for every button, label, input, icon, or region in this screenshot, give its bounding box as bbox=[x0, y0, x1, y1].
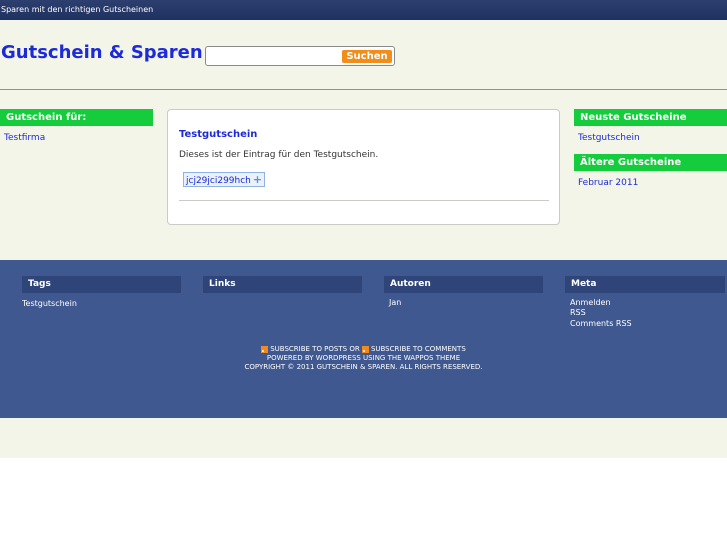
plus-icon[interactable]: + bbox=[253, 173, 262, 186]
post-text: Dieses ist der Eintrag für den Testgutsc… bbox=[179, 150, 379, 160]
post-divider bbox=[179, 200, 549, 201]
footer-heading-meta: Meta bbox=[565, 276, 725, 293]
footer-powered-by: POWERED BY WORDPRESS USING THE WAPPOS TH… bbox=[266, 354, 461, 362]
coupon-code[interactable]: jcj29jci299hch + bbox=[183, 172, 266, 187]
recent-coupon-item[interactable]: Testgutschein bbox=[578, 133, 640, 143]
left-sidebar-item-testfirma[interactable]: Testfirma bbox=[4, 133, 45, 143]
footer-author-item[interactable]: Jan bbox=[389, 298, 401, 308]
site-title-link[interactable]: Gutschein & Sparen bbox=[1, 42, 203, 63]
footer-heading-autoren: Autoren bbox=[384, 276, 543, 293]
rss-icon[interactable] bbox=[361, 345, 369, 353]
recent-coupons-heading: Neuste Gutscheine bbox=[574, 109, 727, 126]
top-bar: Sparen mit den richtigen Gutscheinen bbox=[0, 0, 727, 20]
subscribe-comments-link[interactable]: SUBSCRIBE TO COMMENTS bbox=[371, 345, 466, 353]
footer-tag-item[interactable]: Testgutschein bbox=[22, 299, 77, 309]
post-card: Testgutschein Dieses ist der Eintrag für… bbox=[167, 109, 560, 225]
post-title[interactable]: Testgutschein bbox=[179, 129, 257, 140]
search-button[interactable]: Suchen bbox=[342, 50, 392, 63]
archive-item-februar-2011[interactable]: Februar 2011 bbox=[578, 178, 638, 188]
footer-heading-tags: Tags bbox=[22, 276, 181, 293]
footer: Tags Testgutschein Links Autoren Jan Met… bbox=[0, 260, 727, 418]
coupon-code-text: jcj29jci299hch bbox=[186, 176, 251, 186]
search-form: Suchen bbox=[205, 46, 395, 66]
left-sidebar-heading: Gutschein für: bbox=[0, 109, 153, 126]
meta-rss-link[interactable]: RSS bbox=[570, 308, 586, 318]
subscribe-or: OR bbox=[349, 345, 360, 353]
meta-comments-rss-link[interactable]: Comments RSS bbox=[570, 319, 632, 329]
footer-heading-links: Links bbox=[203, 276, 362, 293]
search-input[interactable] bbox=[209, 49, 339, 63]
meta-login-link[interactable]: Anmelden bbox=[570, 298, 611, 308]
footer-subscribe-line: SUBSCRIBE TO POSTS OR SUBSCRIBE TO COMME… bbox=[0, 345, 727, 354]
footer-copyright: COPYRIGHT © 2011 GUTSCHEIN & SPAREN. ALL… bbox=[244, 363, 483, 371]
subscribe-posts-link[interactable]: SUBSCRIBE TO POSTS bbox=[270, 345, 347, 353]
header-divider bbox=[0, 89, 727, 90]
rss-icon[interactable] bbox=[261, 345, 269, 353]
older-coupons-heading: Ältere Gutscheine bbox=[574, 154, 727, 171]
site-tagline: Sparen mit den richtigen Gutscheinen bbox=[1, 5, 154, 14]
